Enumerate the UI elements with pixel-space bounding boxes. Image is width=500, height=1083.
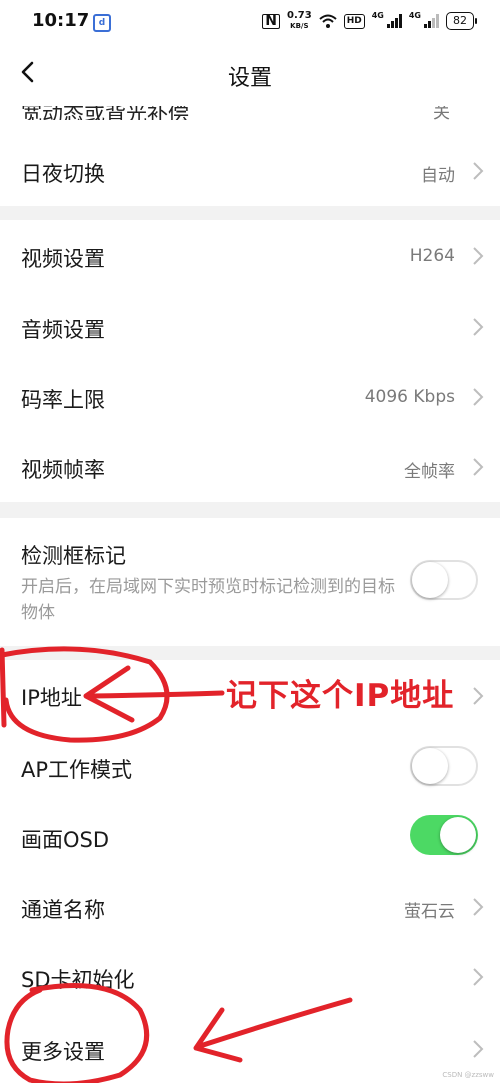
- net-speed: 0.73 KB/S: [287, 10, 312, 31]
- row-value: H264: [409, 246, 455, 266]
- row-label: 音频设置: [21, 318, 105, 342]
- chevron-right-icon: [473, 388, 484, 406]
- row-label: 视频设置: [21, 247, 105, 271]
- section-divider: [0, 646, 500, 660]
- battery-icon: 82: [446, 12, 477, 30]
- wifi-icon: [319, 14, 337, 28]
- status-time: 10:17: [32, 10, 90, 31]
- row-description: 开启后，在局域网下实时预览时标记检测到的目标物体: [21, 577, 395, 623]
- nav-header: 设置: [0, 44, 500, 106]
- chevron-right-icon: [473, 247, 484, 265]
- video-fps-row[interactable]: 视频帧率 全帧率: [0, 432, 500, 502]
- status-icons: N 0.73 KB/S HD 4G 4G 82: [262, 10, 477, 31]
- section-divider: [0, 502, 500, 518]
- row-label: 视频帧率: [21, 458, 105, 482]
- signal-icon-1: [386, 14, 402, 28]
- row-value: 萤石云: [404, 902, 455, 922]
- osd-toggle[interactable]: [410, 815, 478, 855]
- toggle-knob: [412, 562, 448, 598]
- row-label: 画面OSD: [21, 828, 110, 852]
- network-type-1: 4G: [371, 11, 384, 20]
- row-label: 码率上限: [21, 388, 105, 412]
- day-night-row[interactable]: 日夜切换 自动: [0, 136, 500, 206]
- chevron-right-icon: [473, 458, 484, 476]
- row-label: 更多设置: [21, 1040, 105, 1064]
- toggle-knob: [412, 748, 448, 784]
- audio-settings-row[interactable]: 音频设置: [0, 292, 500, 362]
- channel-name-row[interactable]: 通道名称 萤石云: [0, 872, 500, 942]
- section-divider: [0, 206, 500, 220]
- row-label: 检测框标记: [21, 544, 126, 568]
- detect-box-row: 检测框标记 开启后，在局域网下实时预览时标记检测到的目标物体: [0, 518, 500, 646]
- row-label: 日夜切换: [21, 162, 105, 186]
- chevron-right-icon: [473, 687, 484, 705]
- chevron-right-icon: [473, 968, 484, 986]
- chevron-right-icon: [473, 898, 484, 916]
- video-settings-row[interactable]: 视频设置 H264: [0, 220, 500, 292]
- row-label: AP工作模式: [21, 758, 133, 782]
- row-label: IP地址: [21, 686, 82, 710]
- row-value: 自动: [421, 166, 455, 186]
- chevron-right-icon: [473, 1040, 484, 1058]
- sd-init-row[interactable]: SD卡初始化: [0, 942, 500, 1012]
- page-title: 设置: [227, 66, 272, 91]
- row-value: 4096 Kbps: [364, 387, 455, 407]
- annotation-text: 记下这个IP地址: [226, 678, 455, 714]
- row-value: 全帧率: [404, 462, 455, 482]
- osd-row: 画面OSD: [0, 802, 500, 872]
- app-notification-icon: d: [93, 14, 111, 32]
- nfc-icon: N: [262, 13, 281, 29]
- chevron-right-icon: [473, 162, 484, 180]
- hd-voice-icon: HD: [343, 13, 365, 29]
- ap-mode-row: AP工作模式: [0, 732, 500, 802]
- signal-icon-2: [424, 14, 439, 28]
- chevron-right-icon: [473, 318, 484, 336]
- status-bar: 10:17 d N 0.73 KB/S HD 4G 4G 82: [0, 0, 500, 44]
- watermark: CSDN @zzsww: [442, 1071, 494, 1079]
- ap-mode-toggle[interactable]: [410, 746, 478, 786]
- detect-box-toggle[interactable]: [410, 560, 478, 600]
- toggle-knob: [440, 817, 476, 853]
- row-label: 通道名称: [21, 898, 105, 922]
- bitrate-limit-row[interactable]: 码率上限 4096 Kbps: [0, 362, 500, 432]
- row-label: SD卡初始化: [21, 968, 135, 992]
- more-settings-row[interactable]: 更多设置: [0, 1012, 500, 1083]
- network-type-2: 4G: [408, 11, 421, 20]
